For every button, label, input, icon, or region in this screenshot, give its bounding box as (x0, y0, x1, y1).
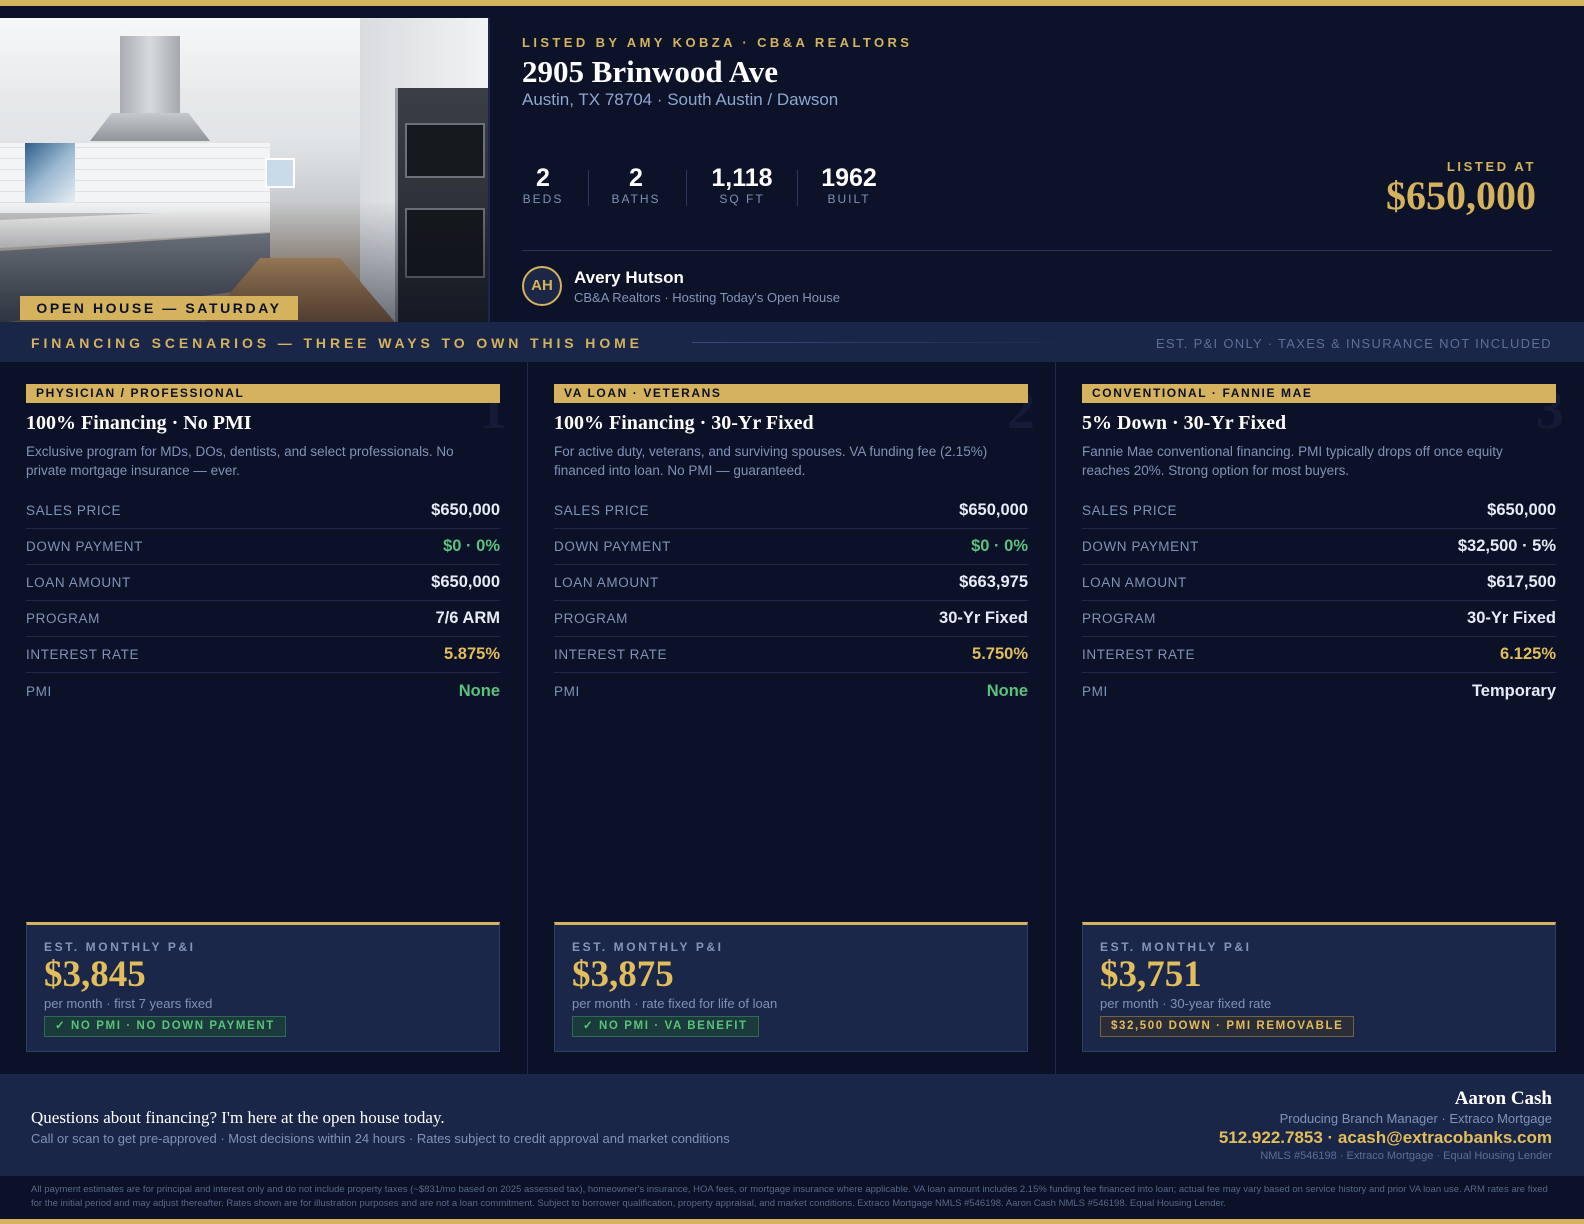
monthly-payment-amount: $3,751 (1100, 954, 1202, 995)
term-row: SALES PRICE $650,000 (26, 493, 500, 529)
card-terms: SALES PRICE $650,000 DOWN PAYMENT $0 · 0% … (554, 493, 1028, 709)
legal-disclaimer: All payment estimates are for principal … (0, 1176, 1584, 1219)
header-divider (522, 250, 1552, 251)
card-title: 100% Financing · No PMI (26, 412, 252, 434)
card-tag: VA LOAN · VETERANS (554, 384, 1028, 403)
stat-sqft: 1,118 SQ FT (711, 164, 773, 206)
card-title: 100% Financing · 30-Yr Fixed (554, 412, 814, 434)
band-note: EST. P&I ONLY · TAXES & INSURANCE NOT IN… (1156, 336, 1552, 351)
property-city-line: Austin, TX 78704 · South Austin / Dawson (522, 90, 839, 109)
financing-band: FINANCING SCENARIOS — THREE WAYS TO OWN … (0, 322, 1584, 362)
footer-question: Questions about financing? I'm here at t… (31, 1108, 445, 1127)
card-tag: CONVENTIONAL · FANNIE MAE (1082, 384, 1556, 403)
monthly-payment-box: EST. MONTHLY P&I $3,845 per month · firs… (26, 922, 500, 1052)
property-stats: 2 BEDS 2 BATHS 1,118 SQ FT 1962 BUILT (522, 164, 878, 208)
listed-by: LISTED BY AMY KOBZA · CB&A REALTORS (522, 35, 913, 50)
term-row: DOWN PAYMENT $0 · 0% (554, 529, 1028, 565)
stat-baths: 2 BATHS (611, 164, 661, 206)
stat-built: 1962 BUILT (821, 164, 877, 206)
footer-subtext: Call or scan to get pre-approved · Most … (31, 1131, 730, 1146)
stat-beds: 2 BEDS (522, 164, 564, 206)
nmls-line: NMLS #546198 · Extraco Mortgage · Equal … (1260, 1150, 1552, 1162)
card-description: For active duty, veterans, and surviving… (554, 444, 988, 478)
term-row: INTEREST RATE 5.875% (26, 637, 500, 673)
benefit-badge: $32,500 DOWN · PMI REMOVABLE (1100, 1016, 1355, 1037)
open-house-badge: OPEN HOUSE — SATURDAY (20, 296, 298, 320)
term-row: PROGRAM 7/6 ARM (26, 601, 500, 637)
listing-header: OPEN HOUSE — SATURDAY LISTED BY AMY KOBZ… (0, 6, 1584, 322)
term-row: DOWN PAYMENT $0 · 0% (26, 529, 500, 565)
card-terms: SALES PRICE $650,000 DOWN PAYMENT $0 · 0% … (26, 493, 500, 709)
card-title: 5% Down · 30-Yr Fixed (1082, 412, 1287, 434)
benefit-badge: ✓ NO PMI · VA BENEFIT (572, 1016, 759, 1037)
listed-at-price: $650,000 (1386, 173, 1536, 218)
term-row: DOWN PAYMENT $32,500 · 5% (1082, 529, 1556, 565)
card-terms: SALES PRICE $650,000 DOWN PAYMENT $32,500 … (1082, 493, 1556, 709)
term-row: INTEREST RATE 6.125% (1082, 637, 1556, 673)
monthly-payment-box: EST. MONTHLY P&I $3,875 per month · rate… (554, 922, 1028, 1052)
term-row: PROGRAM 30-Yr Fixed (1082, 601, 1556, 637)
loan-officer-name: Aaron Cash (1454, 1088, 1552, 1109)
kitchen-photo: OPEN HOUSE — SATURDAY (0, 18, 490, 322)
host-name: Avery Hutson (574, 268, 684, 287)
scenario-card-physician: 1 PHYSICIAN / PROFESSIONAL 100% Financin… (0, 362, 527, 1074)
term-row: SALES PRICE $650,000 (1082, 493, 1556, 529)
property-address: 2905 Brinwood Ave (522, 54, 779, 89)
card-tag: PHYSICIAN / PROFESSIONAL (26, 384, 500, 403)
term-row: LOAN AMOUNT $650,000 (26, 565, 500, 601)
card-description: Fannie Mae conventional financing. PMI t… (1082, 444, 1503, 478)
loan-officer-contact[interactable]: 512.922.7853 · acash@extracobanks.com (1219, 1128, 1552, 1148)
benefit-badge: ✓ NO PMI · NO DOWN PAYMENT (44, 1016, 286, 1037)
term-row: LOAN AMOUNT $617,500 (1082, 565, 1556, 601)
scenario-card-va: 2 VA LOAN · VETERANS 100% Financing · 30… (528, 362, 1055, 1074)
band-divider (692, 342, 1092, 343)
monthly-payment-box: EST. MONTHLY P&I $3,751 per month · 30-y… (1082, 922, 1556, 1052)
scenario-card-conventional: 3 CONVENTIONAL · FANNIE MAE 5% Down · 30… (1056, 362, 1584, 1074)
bottom-gold-rule (0, 1219, 1584, 1224)
monthly-payment-amount: $3,845 (44, 954, 146, 995)
term-row: PMI None (26, 681, 500, 700)
contact-footer: Questions about financing? I'm here at t… (0, 1074, 1584, 1176)
term-row: PMI Temporary (1082, 681, 1556, 700)
host-subtitle: CB&A Realtors · Hosting Today's Open Hou… (574, 290, 840, 305)
monthly-payment-amount: $3,875 (572, 954, 674, 995)
term-row: LOAN AMOUNT $663,975 (554, 565, 1028, 601)
card-description: Exclusive program for MDs, DOs, dentists… (26, 444, 454, 478)
financing-cards: 1 PHYSICIAN / PROFESSIONAL 100% Financin… (0, 362, 1584, 1074)
loan-officer-role: Producing Branch Manager · Extraco Mortg… (1279, 1111, 1552, 1126)
term-row: PMI None (554, 681, 1028, 700)
band-title: FINANCING SCENARIOS — THREE WAYS TO OWN … (31, 335, 643, 351)
term-row: SALES PRICE $650,000 (554, 493, 1028, 529)
avatar: AH (522, 266, 562, 306)
term-row: INTEREST RATE 5.750% (554, 637, 1028, 673)
term-row: PROGRAM 30-Yr Fixed (554, 601, 1028, 637)
